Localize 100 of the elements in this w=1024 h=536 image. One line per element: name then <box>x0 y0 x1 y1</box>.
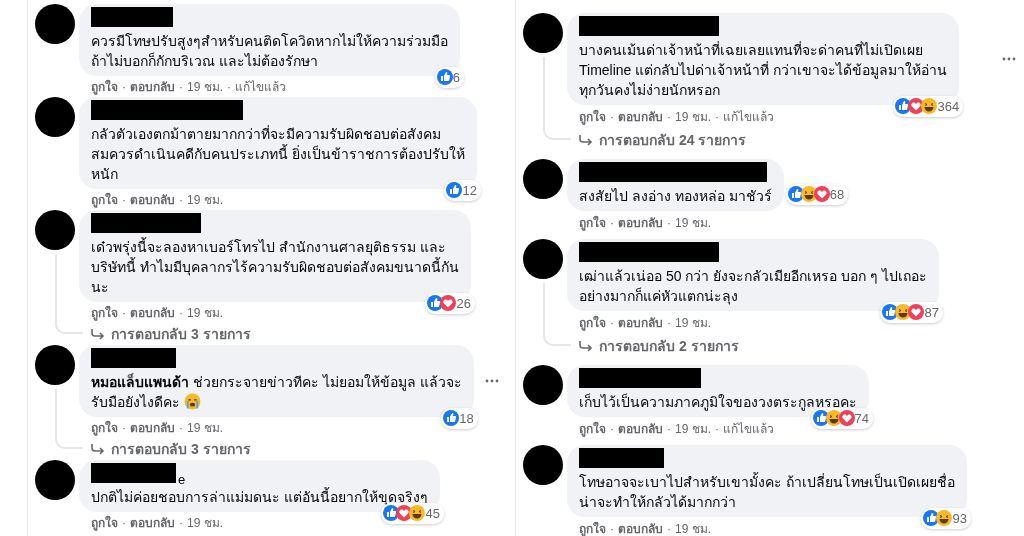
meta-link[interactable]: ตอบกลับ <box>130 192 175 210</box>
laughing-face-icon <box>825 410 842 427</box>
more-options-icon[interactable] <box>1002 57 1016 61</box>
avatar[interactable] <box>523 365 563 405</box>
meta-link[interactable]: ถูกใจ <box>579 109 606 127</box>
reaction-count: 68 <box>829 185 845 204</box>
reply-arrow-icon <box>91 443 105 455</box>
reaction-count: 45 <box>425 505 440 523</box>
avatar[interactable] <box>523 159 563 199</box>
reaction-summary[interactable]: 6 <box>434 66 464 88</box>
view-replies-link[interactable]: การตอบกลับ 2 รายการ <box>567 333 1024 359</box>
meta-link[interactable]: ตอบกลับ <box>130 420 175 438</box>
reply-arrow-icon <box>91 328 105 340</box>
reaction-count: 74 <box>854 410 869 428</box>
meta-link[interactable]: ถูกใจ <box>91 192 118 210</box>
comment-text: สงสัยไป ลงอ่าง ทองหล่อ มาชัวร์ <box>579 187 772 206</box>
reaction-count: 6 <box>452 68 460 87</box>
meta-link[interactable]: ถูกใจ <box>579 521 606 536</box>
separator-dot: · <box>715 421 719 438</box>
meta-link[interactable]: ถูกใจ <box>91 420 118 438</box>
separator-dot: · <box>122 515 126 532</box>
heart-reaction-icon <box>908 304 925 321</box>
view-replies-link[interactable]: การตอบกลับ 24 รายการ <box>567 127 1024 153</box>
avatar[interactable] <box>523 445 563 485</box>
reaction-summary[interactable]: 18 <box>441 407 478 429</box>
meta-link[interactable]: ตอบกลับ <box>618 521 663 536</box>
reaction-summary[interactable]: 68 <box>785 183 849 205</box>
meta-text: แก้ไขแล้ว <box>723 109 774 126</box>
like-reaction-icon <box>446 182 463 199</box>
meta-link[interactable]: ถูกใจ <box>91 305 118 323</box>
avatar[interactable] <box>35 97 75 137</box>
meta-link[interactable]: ถูกใจ <box>579 315 606 333</box>
meta-text: 19 ชม. <box>187 192 223 209</box>
like-reaction-icon <box>787 186 804 203</box>
separator-dot: · <box>179 79 183 96</box>
separator-dot: · <box>179 420 183 437</box>
separator-dot: · <box>610 215 614 232</box>
more-options-icon[interactable] <box>485 379 499 383</box>
reaction-count: 87 <box>924 303 939 322</box>
meta-link[interactable]: ถูกใจ <box>579 215 606 233</box>
laughing-face-icon <box>409 505 426 522</box>
meta-text: 19 ชม. <box>187 420 223 437</box>
avatar[interactable] <box>35 460 75 500</box>
separator-dot: · <box>610 109 614 126</box>
avatar[interactable] <box>35 345 75 385</box>
reaction-summary[interactable]: 93 <box>921 507 971 529</box>
reaction-summary[interactable]: 87 <box>880 301 943 323</box>
separator-dot: · <box>227 79 231 96</box>
reaction-summary[interactable]: 12 <box>444 179 481 201</box>
reply-arrow-icon <box>579 340 593 352</box>
meta-link[interactable]: ตอบกลับ <box>130 305 175 323</box>
meta-text: 19 ชม. <box>187 79 223 96</box>
laughing-face-icon <box>800 186 817 203</box>
avatar[interactable] <box>35 4 75 44</box>
avatar[interactable] <box>523 239 563 279</box>
separator-dot: · <box>179 515 183 532</box>
meta-text: 19 ชม. <box>675 109 711 126</box>
separator-dot: · <box>610 521 614 536</box>
meta-text: 19 ชม. <box>187 515 223 532</box>
meta-link[interactable]: ตอบกลับ <box>618 109 663 127</box>
meta-link[interactable]: ตอบกลับ <box>618 215 663 233</box>
meta-link[interactable]: ตอบกลับ <box>618 421 663 439</box>
reply-arrow-icon <box>579 134 593 146</box>
author-name[interactable]: e <box>178 472 186 487</box>
separator-dot: · <box>667 315 671 332</box>
meta-link[interactable]: ตอบกลับ <box>130 515 175 533</box>
avatar[interactable] <box>35 210 75 250</box>
laughing-face-icon <box>936 510 953 527</box>
avatar[interactable] <box>523 13 563 53</box>
meta-link[interactable]: ถูกใจ <box>91 515 118 533</box>
meta-link[interactable]: ตอบกลับ <box>618 315 663 333</box>
separator-dot: · <box>122 79 126 96</box>
heart-reaction-icon <box>813 186 830 203</box>
view-replies-link[interactable]: การตอบกลับ 3 รายการ <box>79 438 505 460</box>
separator-dot: · <box>667 521 671 536</box>
reaction-summary[interactable]: 364 <box>893 95 964 117</box>
thread-line <box>55 389 83 449</box>
separator-dot: · <box>610 421 614 438</box>
meta-text: 19 ชม. <box>187 305 223 322</box>
heart-reaction-icon <box>838 410 855 427</box>
separator-dot: · <box>122 420 126 437</box>
reaction-count: 93 <box>952 509 967 528</box>
separator-dot: · <box>179 192 183 209</box>
laughing-face-icon <box>921 98 938 115</box>
reaction-summary[interactable]: 26 <box>425 292 475 314</box>
meta-text: 19 ชม. <box>675 315 711 332</box>
reaction-count: 18 <box>459 409 474 428</box>
separator-dot: · <box>122 305 126 322</box>
meta-link[interactable]: ตอบกลับ <box>130 79 175 97</box>
separator-dot: · <box>610 315 614 332</box>
view-replies-link[interactable]: การตอบกลับ 3 รายการ <box>79 323 505 345</box>
meta-text: 19 ชม. <box>675 215 711 232</box>
separator-dot: · <box>667 109 671 126</box>
meta-link[interactable]: ถูกใจ <box>91 79 118 97</box>
reaction-summary[interactable]: 74 <box>810 407 873 429</box>
meta-link[interactable]: ถูกใจ <box>579 421 606 439</box>
separator-dot: · <box>667 215 671 232</box>
separator-dot: · <box>122 192 126 209</box>
thread-line <box>543 283 571 346</box>
meta-text: 19 ชม. <box>675 521 711 536</box>
